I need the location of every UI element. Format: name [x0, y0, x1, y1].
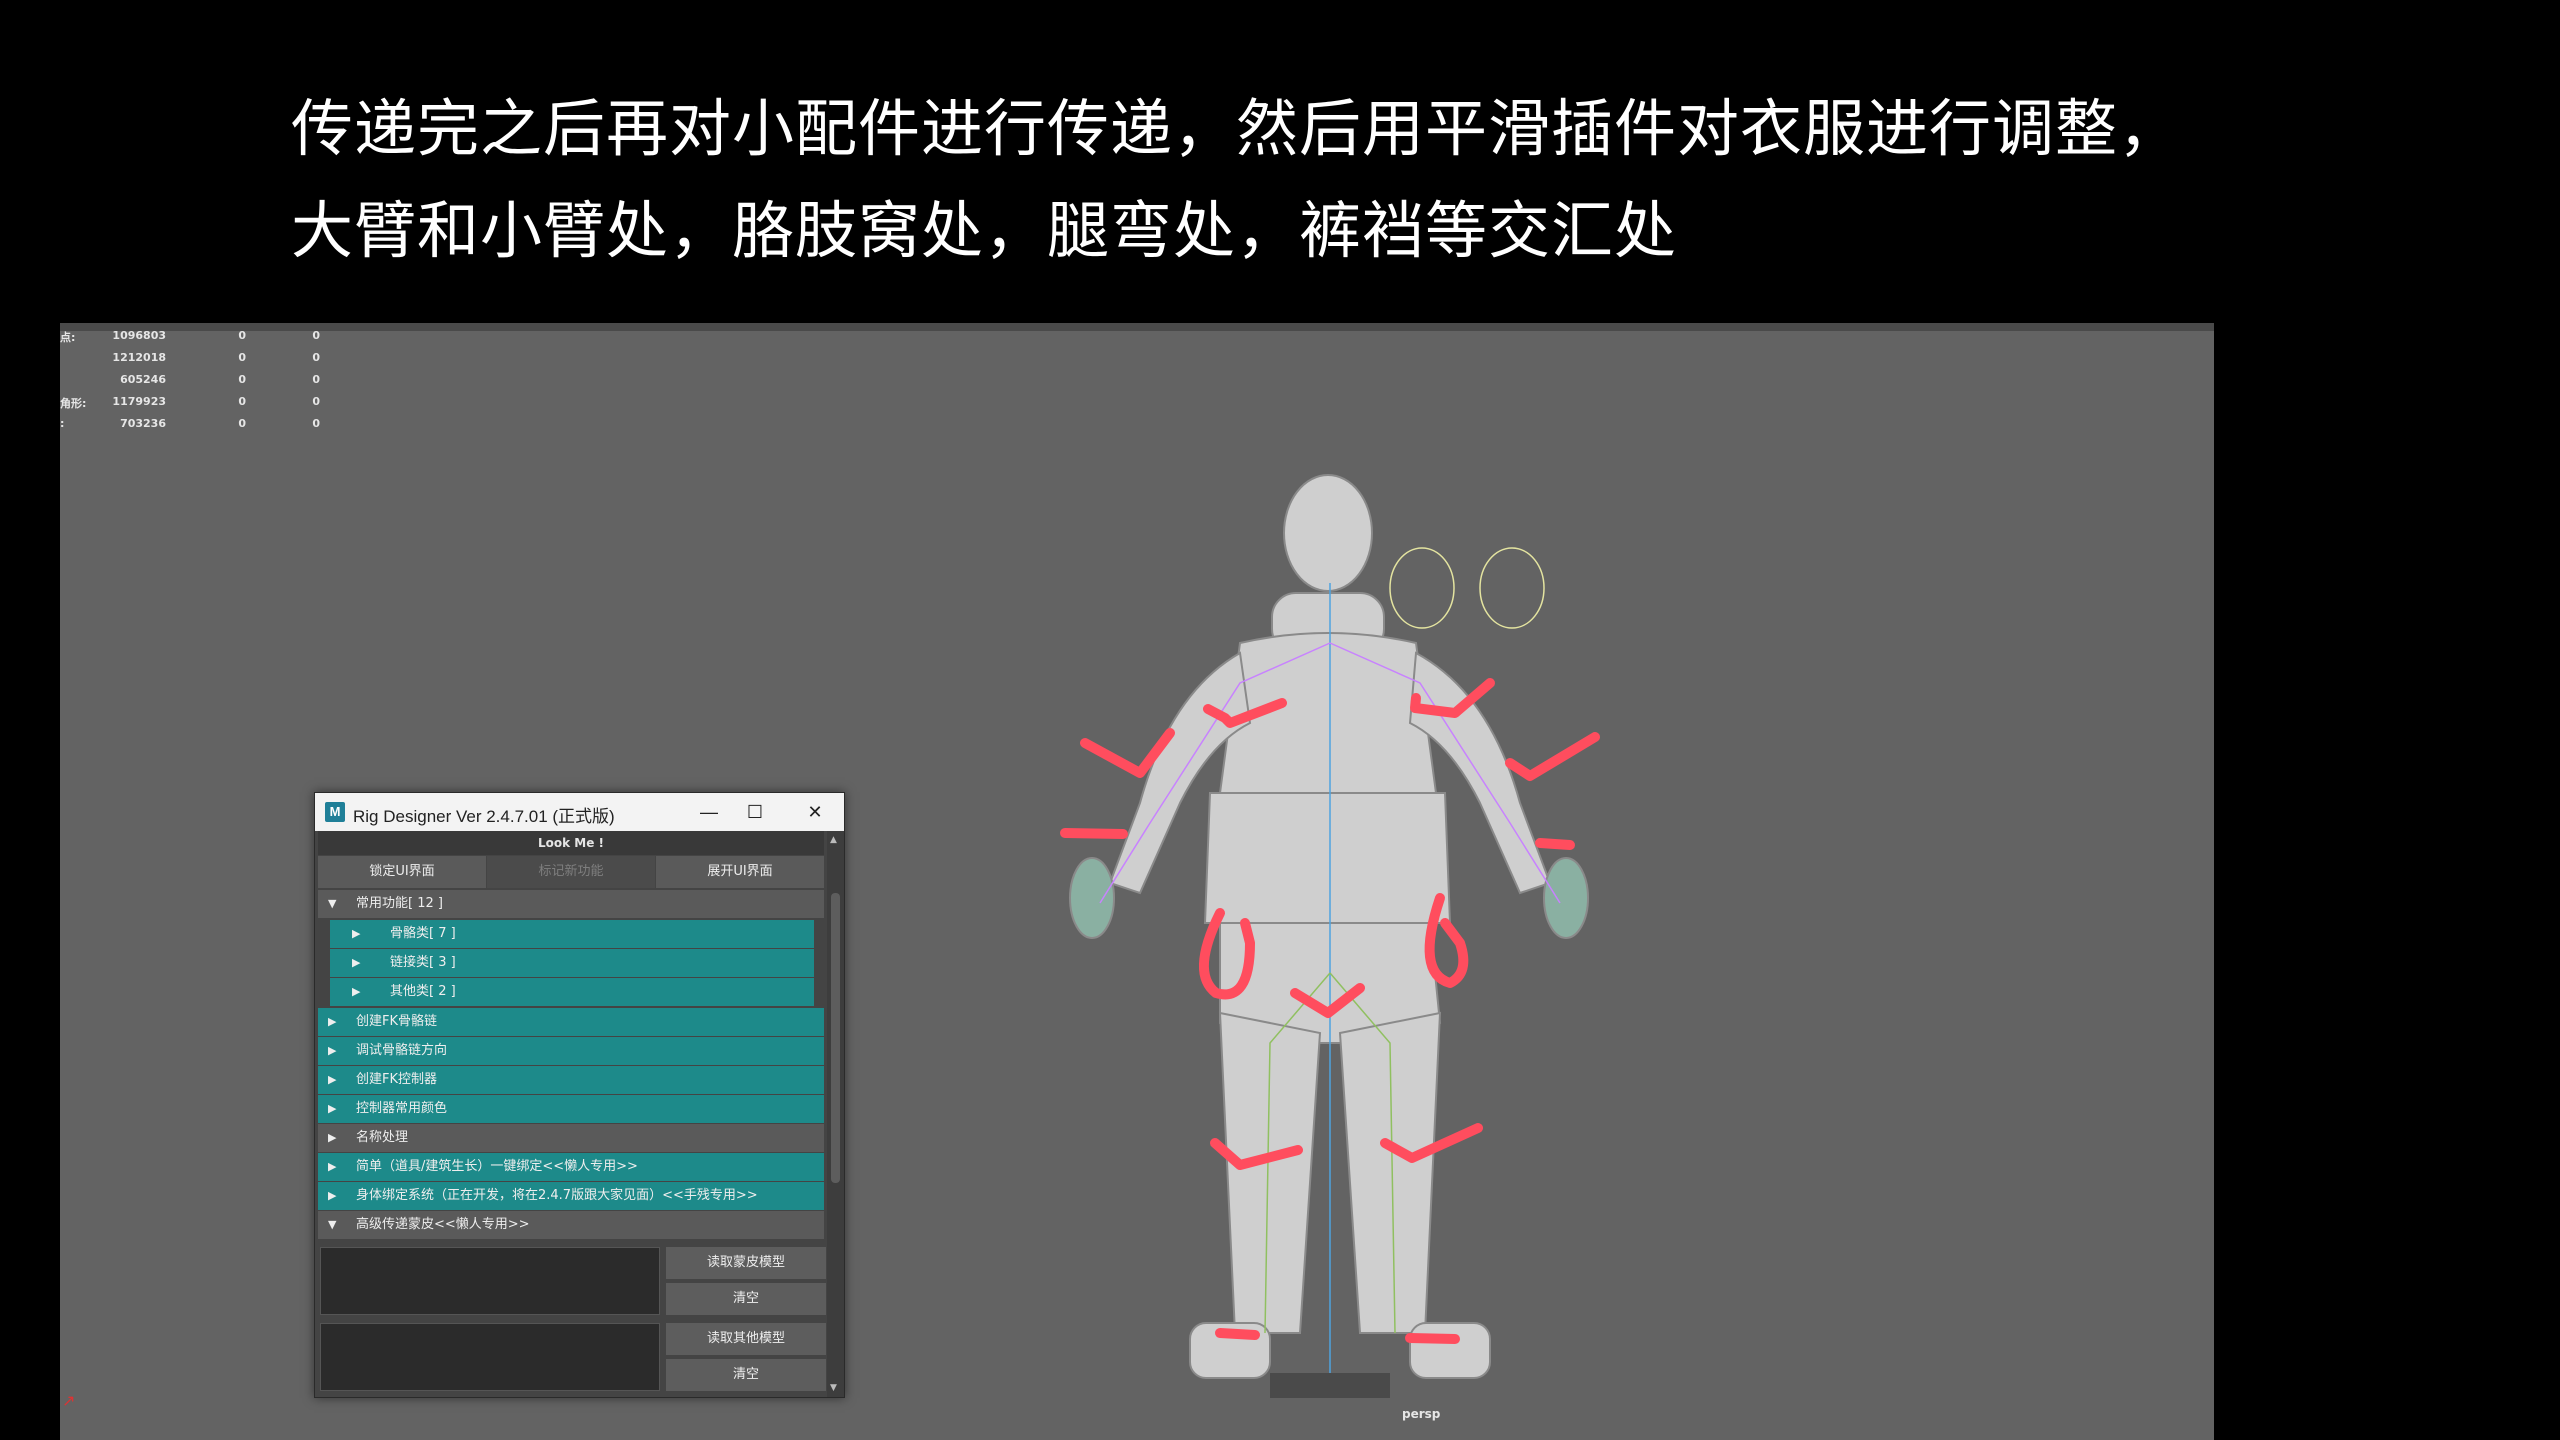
section-label: 链接类[ 3 ]: [390, 955, 456, 970]
maya-viewport[interactable]: 点: 1096803 0 0 1212018 0 0 605246 0 0 角形…: [60, 323, 2214, 1440]
lock-ui-button[interactable]: 锁定UI界面: [318, 856, 486, 888]
scrollbar-thumb[interactable]: [831, 893, 840, 1183]
ui-button-row: 锁定UI界面 标记新功能 展开UI界面: [318, 856, 824, 888]
collapsed-triangle-icon: ▶: [328, 1160, 337, 1173]
face-control-right[interactable]: [1479, 547, 1545, 629]
section-label: 其他类[ 2 ]: [390, 984, 456, 999]
soldier-mesh[interactable]: [1069, 474, 1589, 1379]
section-label: 调试骨骼链方向: [356, 1043, 448, 1058]
read-skin-model-button[interactable]: 读取蒙皮模型: [666, 1247, 826, 1279]
scroll-down-icon[interactable]: ▼: [830, 1383, 837, 1393]
ground-grid: [1270, 1373, 1390, 1398]
window-title: Rig Designer Ver 2.4.7.01 (正式版): [353, 807, 615, 826]
section-simple-one-click-rig[interactable]: ▶ 简单（道具/建筑生长）一键绑定<<懒人专用>>: [318, 1153, 824, 1181]
section-label: 骨骼类[ 7 ]: [390, 926, 456, 941]
section-link-category[interactable]: ▶ 链接类[ 3 ]: [330, 949, 814, 977]
close-button[interactable]: ✕: [793, 797, 837, 827]
section-create-fk-chain[interactable]: ▶ 创建FK骨骼链: [318, 1008, 824, 1036]
minimize-button[interactable]: —: [687, 797, 731, 827]
window-content: Look Me ! 锁定UI界面 标记新功能 展开UI界面 ▼ 常用功能[ 12…: [315, 831, 827, 1397]
section-label: 高级传递蒙皮<<懒人专用>>: [356, 1217, 530, 1232]
collapsed-triangle-icon: ▶: [352, 956, 361, 969]
section-orient-chain[interactable]: ▶ 调试骨骼链方向: [318, 1037, 824, 1065]
section-label: 身体绑定系统（正在开发，将在2.4.7版跟大家见面）<<手残专用>>: [356, 1188, 758, 1203]
tactical-vest[interactable]: [1203, 792, 1452, 924]
annotation-right-wrist: [1535, 838, 1575, 850]
clear-skin-model-button[interactable]: 清空: [666, 1283, 826, 1315]
other-model-list[interactable]: [320, 1323, 660, 1391]
collapsed-triangle-icon: ▶: [352, 985, 361, 998]
section-body-rig-system[interactable]: ▶ 身体绑定系统（正在开发，将在2.4.7版跟大家见面）<<手残专用>>: [318, 1182, 824, 1210]
rig-designer-window[interactable]: M Rig Designer Ver 2.4.7.01 (正式版) — ☐ ✕ …: [314, 792, 845, 1398]
maximize-button[interactable]: ☐: [733, 797, 777, 827]
section-label: 创建FK控制器: [356, 1072, 438, 1087]
head[interactable]: [1283, 474, 1373, 592]
caption: 传递完之后再对小配件进行传递，然后用平滑插件对衣服进行调整， 大臂和小臂处，胳肢…: [291, 78, 2181, 282]
left-hand[interactable]: [1069, 857, 1115, 939]
section-controller-colors[interactable]: ▶ 控制器常用颜色: [318, 1095, 824, 1123]
face-control-left[interactable]: [1389, 547, 1455, 629]
expanded-triangle-icon: ▼: [328, 1218, 337, 1231]
section-advanced-skin-transfer[interactable]: ▼ 高级传递蒙皮<<懒人专用>>: [318, 1211, 824, 1239]
annotation-right-elbow: [1505, 732, 1600, 781]
section-name-processing[interactable]: ▶ 名称处理: [318, 1124, 824, 1152]
clear-other-model-button[interactable]: 清空: [666, 1359, 826, 1391]
right-hand[interactable]: [1543, 857, 1589, 939]
collapsed-triangle-icon: ▶: [328, 1102, 337, 1115]
right-boot[interactable]: [1409, 1322, 1491, 1379]
expand-ui-button[interactable]: 展开UI界面: [656, 856, 824, 888]
expanded-triangle-icon: ▼: [328, 897, 337, 910]
axis-gizmo-icon: ↗: [62, 1391, 76, 1410]
skin-model-list[interactable]: [320, 1247, 660, 1315]
annotation-left-ankle: [1215, 1328, 1260, 1340]
collapsed-triangle-icon: ▶: [328, 1015, 337, 1028]
section-create-fk-controller[interactable]: ▶ 创建FK控制器: [318, 1066, 824, 1094]
collapsed-triangle-icon: ▶: [328, 1044, 337, 1057]
collapsed-triangle-icon: ▶: [328, 1073, 337, 1086]
caption-line-2: 大臂和小臂处，胳肢窝处，腿弯处，裤裆等交汇处: [291, 194, 1678, 267]
collapsed-triangle-icon: ▶: [328, 1189, 337, 1202]
section-label: 常用功能[ 12 ]: [356, 896, 443, 911]
section-bone-category[interactable]: ▶ 骨骼类[ 7 ]: [330, 920, 814, 948]
annotation-right-ankle: [1405, 1333, 1460, 1344]
collapsed-triangle-icon: ▶: [328, 1131, 337, 1144]
look-me-banner[interactable]: Look Me !: [318, 831, 824, 855]
maya-app-icon: M: [325, 802, 345, 822]
section-label: 简单（道具/建筑生长）一键绑定<<懒人专用>>: [356, 1159, 638, 1174]
scroll-up-icon[interactable]: ▲: [830, 835, 837, 845]
section-common-functions[interactable]: ▼ 常用功能[ 12 ]: [318, 890, 824, 918]
collapsed-triangle-icon: ▶: [352, 927, 361, 940]
window-titlebar[interactable]: M Rig Designer Ver 2.4.7.01 (正式版) — ☐ ✕: [315, 793, 844, 831]
mark-new-feature-button[interactable]: 标记新功能: [487, 856, 655, 888]
camera-label: persp: [1402, 1407, 1441, 1421]
skeleton-joints[interactable]: [1099, 583, 1561, 1383]
face-controls[interactable]: [1389, 547, 1545, 629]
section-label: 控制器常用颜色: [356, 1101, 448, 1116]
section-label: 名称处理: [356, 1130, 409, 1145]
read-other-model-button[interactable]: 读取其他模型: [666, 1323, 826, 1355]
section-label: 创建FK骨骼链: [356, 1014, 438, 1029]
caption-line-1: 传递完之后再对小配件进行传递，然后用平滑插件对衣服进行调整，: [291, 92, 2182, 165]
section-other-category[interactable]: ▶ 其他类[ 2 ]: [330, 978, 814, 1006]
annotation-left-wrist: [1060, 828, 1128, 839]
window-scrollbar[interactable]: ▲ ▼: [827, 831, 844, 1397]
